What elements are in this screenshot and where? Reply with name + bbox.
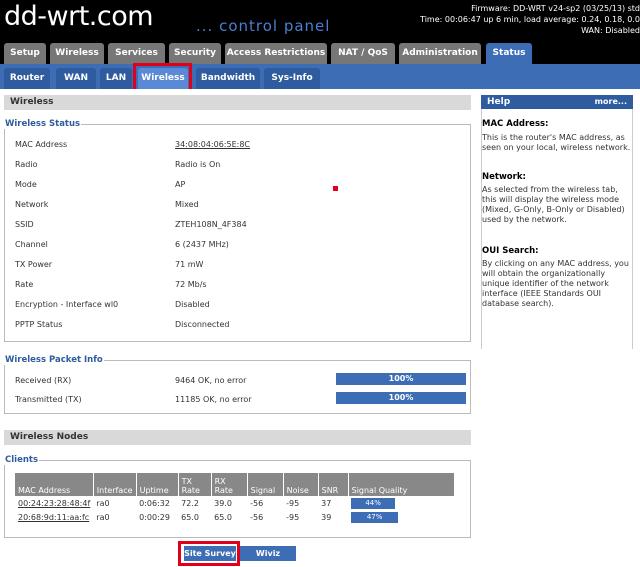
sub-tabs: Router WAN LAN Wireless Bandwidth Sys-In… [0, 64, 640, 89]
client-mac[interactable]: 00:24:23:28:48:4f [15, 496, 93, 510]
firmware-version: Firmware: DD-WRT v24-sp2 (03/25/13) std [471, 4, 640, 13]
subtab-bandwidth[interactable]: Bandwidth [196, 68, 260, 89]
table-row: 20:68:9d:11:aa:fc ra0 0:00:29 65.0 65.0 … [15, 510, 454, 524]
client-rxrate: 39.0 [214, 498, 232, 508]
help-more-link[interactable]: more... [595, 95, 627, 109]
row-value-radio: Radio is On [175, 160, 221, 169]
client-quality-cell: 47% [348, 510, 454, 524]
wiviz-survey-button[interactable]: Wiviz survey [240, 546, 296, 567]
clients-table: MAC Address Interface Uptime TX Rate RX … [15, 473, 455, 524]
row-value-ssid: ZTEH108N_4F384 [175, 220, 247, 229]
tab-status[interactable]: Status [486, 43, 532, 64]
row-value-txpower: 71 mW [175, 260, 204, 269]
row-label-channel: Channel [15, 240, 48, 249]
cursor-marker [333, 186, 338, 191]
row-label-tx: Transmitted (TX) [15, 395, 82, 404]
rx-progress-bar: 100% [336, 373, 466, 385]
row-label-mode: Mode [15, 180, 37, 189]
row-value-pptp: Disconnected [175, 320, 230, 329]
client-snr: 37 [321, 498, 332, 508]
help-heading-oui: OUI Search: [482, 246, 539, 256]
client-uptime: 0:00:29 [139, 512, 170, 522]
row-label-mac: MAC Address [15, 140, 68, 149]
row-label-rate: Rate [15, 280, 34, 289]
client-quality-cell: 44% [348, 496, 454, 510]
col-uptime: Uptime [136, 473, 179, 496]
client-rxrate: 65.0 [214, 512, 232, 522]
row-label-radio: Radio [15, 160, 38, 169]
client-interface: ra0 [96, 498, 110, 508]
subtab-lan[interactable]: LAN [100, 68, 132, 89]
client-txrate: 65.0 [181, 512, 199, 522]
row-value-network: Mixed [175, 200, 199, 209]
help-text-oui: By clicking on any MAC address, you will… [482, 259, 629, 308]
client-signal: -56 [250, 498, 264, 508]
row-value-rate: 72 Mb/s [175, 280, 207, 289]
wireless-status-fieldset [4, 124, 471, 342]
client-noise: -95 [286, 512, 300, 522]
row-label-txpower: TX Power [15, 260, 53, 269]
client-signal: -56 [250, 512, 264, 522]
col-txrate: TX Rate [178, 473, 212, 496]
row-value-mac[interactable]: 34:08:04:06:5E:8C [175, 140, 250, 149]
client-uptime: 0:06:32 [139, 498, 170, 508]
tab-access-restrictions[interactable]: Access Restrictions [225, 43, 327, 64]
help-text-mac: This is the router's MAC address, as see… [482, 133, 631, 152]
clients-legend: Clients [4, 455, 40, 465]
header: dd-wrt.com ... control panel Firmware: D… [0, 0, 640, 40]
highlight-site-survey [178, 541, 240, 566]
client-snr: 39 [321, 512, 332, 522]
main-tabs: Setup Wireless Services Security Access … [0, 40, 640, 64]
wan-status: WAN: Disabled [581, 26, 640, 35]
client-interface: ra0 [96, 512, 110, 522]
col-signal-quality: Signal Quality [348, 473, 455, 496]
tab-setup[interactable]: Setup [4, 43, 46, 64]
tx-progress-bar: 100% [336, 392, 466, 404]
help-title: Help [487, 97, 511, 107]
wireless-status-legend: Wireless Status [4, 119, 82, 129]
row-value-channel: 6 (2437 MHz) [175, 240, 229, 249]
logo: dd-wrt.com [4, 1, 154, 32]
row-label-encryption: Encryption - Interface wl0 [15, 300, 119, 309]
col-snr: SNR [318, 473, 349, 496]
section-nodes-title: Wireless Nodes [4, 430, 471, 445]
help-heading-mac: MAC Address: [482, 119, 549, 129]
uptime-info: Time: 00:06:47 up 6 min, load average: 0… [420, 15, 640, 24]
help-heading-network: Network: [482, 172, 526, 182]
row-value-rx: 9464 OK, no error [175, 376, 247, 385]
packet-info-fieldset [4, 360, 471, 414]
client-txrate: 72.2 [181, 498, 199, 508]
subtab-wan[interactable]: WAN [56, 68, 96, 89]
tab-services[interactable]: Services [108, 43, 165, 64]
col-mac: MAC Address [15, 473, 94, 496]
row-value-mode: AP [175, 180, 186, 189]
firmware-info: Firmware: DD-WRT v24-sp2 (03/25/13) std … [420, 3, 640, 36]
tab-nat-qos[interactable]: NAT / QoS [331, 43, 395, 64]
row-label-pptp: PPTP Status [15, 320, 63, 329]
row-label-network: Network [15, 200, 49, 209]
row-label-ssid: SSID [15, 220, 34, 229]
row-value-encryption: Disabled [175, 300, 210, 309]
help-text-network: As selected from the wireless tab, this … [482, 185, 625, 224]
packet-info-legend: Wireless Packet Info [4, 355, 104, 365]
col-noise: Noise [283, 473, 319, 496]
row-value-tx: 11185 OK, no error [175, 395, 252, 404]
client-mac[interactable]: 20:68:9d:11:aa:fc [15, 510, 93, 524]
client-noise: -95 [286, 498, 300, 508]
section-wireless-title: Wireless [4, 95, 471, 110]
table-row: 00:24:23:28:48:4f ra0 0:06:32 72.2 39.0 … [15, 496, 454, 510]
logo-subtitle: ... control panel [196, 17, 331, 35]
help-header: Help more... [481, 95, 633, 109]
row-label-rx: Received (RX) [15, 376, 72, 385]
signal-quality-bar: 47% [351, 511, 399, 523]
tab-security[interactable]: Security [169, 43, 221, 64]
col-interface: Interface [93, 473, 137, 496]
tab-administration[interactable]: Administration [399, 43, 481, 64]
tab-wireless[interactable]: Wireless [50, 43, 104, 64]
subtab-sys-info[interactable]: Sys-Info [264, 68, 320, 89]
col-signal: Signal [247, 473, 284, 496]
signal-quality-bar: 44% [351, 497, 396, 509]
col-rxrate: RX Rate [211, 473, 248, 496]
subtab-router[interactable]: Router [4, 68, 50, 89]
